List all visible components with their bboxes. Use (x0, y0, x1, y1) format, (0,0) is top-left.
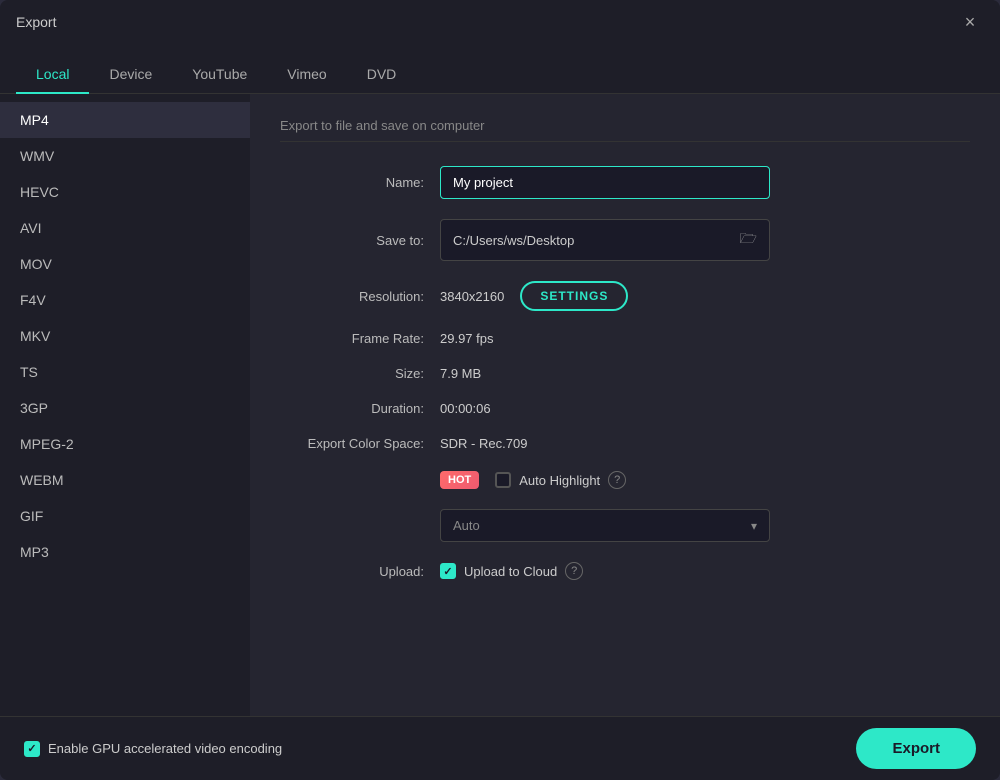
sidebar-item-mp3[interactable]: MP3 (0, 534, 250, 570)
frame-rate-row: Frame Rate: 29.97 fps (280, 331, 970, 346)
tab-local[interactable]: Local (16, 56, 89, 94)
main-panel: Export to file and save on computer Name… (250, 94, 1000, 716)
auto-highlight-help-icon[interactable]: ? (608, 471, 626, 489)
save-to-label: Save to: (280, 233, 440, 248)
sidebar-item-mp4[interactable]: MP4 (0, 102, 250, 138)
resolution-row: Resolution: 3840x2160 SETTINGS (280, 281, 970, 311)
duration-label: Duration: (280, 401, 440, 416)
size-value: 7.9 MB (440, 366, 970, 381)
duration-row: Duration: 00:00:06 (280, 401, 970, 416)
sidebar-item-mpeg2[interactable]: MPEG-2 (0, 426, 250, 462)
export-window: Export × Local Device YouTube Vimeo DVD … (0, 0, 1000, 780)
auto-highlight-label: Auto Highlight (519, 473, 600, 488)
export-color-row: Export Color Space: SDR - Rec.709 (280, 436, 970, 451)
sidebar-item-webm[interactable]: WEBM (0, 462, 250, 498)
size-row: Size: 7.9 MB (280, 366, 970, 381)
export-color-label: Export Color Space: (280, 436, 440, 451)
bottom-bar: Enable GPU accelerated video encoding Ex… (0, 716, 1000, 780)
upload-row: Upload: Upload to Cloud ? (280, 562, 970, 580)
section-title: Export to file and save on computer (280, 118, 970, 142)
tab-bar: Local Device YouTube Vimeo DVD (0, 44, 1000, 94)
resolution-label: Resolution: (280, 289, 440, 304)
gpu-checkbox[interactable] (24, 741, 40, 757)
resolution-value-group: 3840x2160 SETTINGS (440, 281, 628, 311)
tab-vimeo[interactable]: Vimeo (267, 56, 346, 94)
sidebar-item-avi[interactable]: AVI (0, 210, 250, 246)
sidebar-item-ts[interactable]: TS (0, 354, 250, 390)
sidebar-item-gif[interactable]: GIF (0, 498, 250, 534)
save-to-container[interactable]: C:/Users/ws/Desktop 🗁 (440, 219, 770, 261)
frame-rate-value: 29.97 fps (440, 331, 970, 346)
name-input[interactable] (440, 166, 770, 199)
export-button[interactable]: Export (856, 728, 976, 769)
size-label: Size: (280, 366, 440, 381)
sidebar-item-hevc[interactable]: HEVC (0, 174, 250, 210)
duration-value: 00:00:06 (440, 401, 970, 416)
format-sidebar: MP4 WMV HEVC AVI MOV F4V MKV TS 3GP MPEG… (0, 94, 250, 716)
title-bar-left: Export (16, 14, 56, 30)
tab-youtube[interactable]: YouTube (172, 56, 267, 94)
auto-highlight-checkbox[interactable] (495, 472, 511, 488)
close-button[interactable]: × (956, 8, 984, 36)
title-bar: Export × (0, 0, 1000, 44)
upload-cloud-label: Upload to Cloud (464, 564, 557, 579)
auto-dropdown-value: Auto (453, 518, 480, 533)
hot-badge: HOT (440, 471, 479, 489)
name-label: Name: (280, 175, 440, 190)
sidebar-item-f4v[interactable]: F4V (0, 282, 250, 318)
sidebar-item-mkv[interactable]: MKV (0, 318, 250, 354)
folder-icon[interactable]: 🗁 (740, 228, 757, 252)
upload-help-icon[interactable]: ? (565, 562, 583, 580)
upload-label: Upload: (280, 564, 440, 579)
export-color-value: SDR - Rec.709 (440, 436, 970, 451)
sidebar-item-3gp[interactable]: 3GP (0, 390, 250, 426)
sidebar-item-wmv[interactable]: WMV (0, 138, 250, 174)
upload-cloud-checkbox[interactable] (440, 563, 456, 579)
gpu-row: Enable GPU accelerated video encoding (24, 741, 282, 757)
auto-highlight-group: HOT Auto Highlight ? (440, 471, 626, 489)
window-title: Export (16, 14, 56, 30)
gpu-label: Enable GPU accelerated video encoding (48, 741, 282, 756)
sidebar-item-mov[interactable]: MOV (0, 246, 250, 282)
content-area: MP4 WMV HEVC AVI MOV F4V MKV TS 3GP MPEG… (0, 94, 1000, 716)
resolution-value: 3840x2160 (440, 289, 504, 304)
auto-highlight-dropdown[interactable]: Auto ▾ (440, 509, 770, 542)
name-row: Name: (280, 166, 970, 199)
settings-button[interactable]: SETTINGS (520, 281, 628, 311)
save-to-row: Save to: C:/Users/ws/Desktop 🗁 (280, 219, 970, 261)
tab-device[interactable]: Device (89, 56, 172, 94)
frame-rate-label: Frame Rate: (280, 331, 440, 346)
dropdown-arrow-icon: ▾ (751, 519, 757, 533)
upload-cloud-group: Upload to Cloud ? (440, 562, 583, 580)
tab-dvd[interactable]: DVD (347, 56, 417, 94)
save-to-path: C:/Users/ws/Desktop (453, 233, 740, 248)
auto-highlight-row: HOT Auto Highlight ? (280, 471, 970, 489)
